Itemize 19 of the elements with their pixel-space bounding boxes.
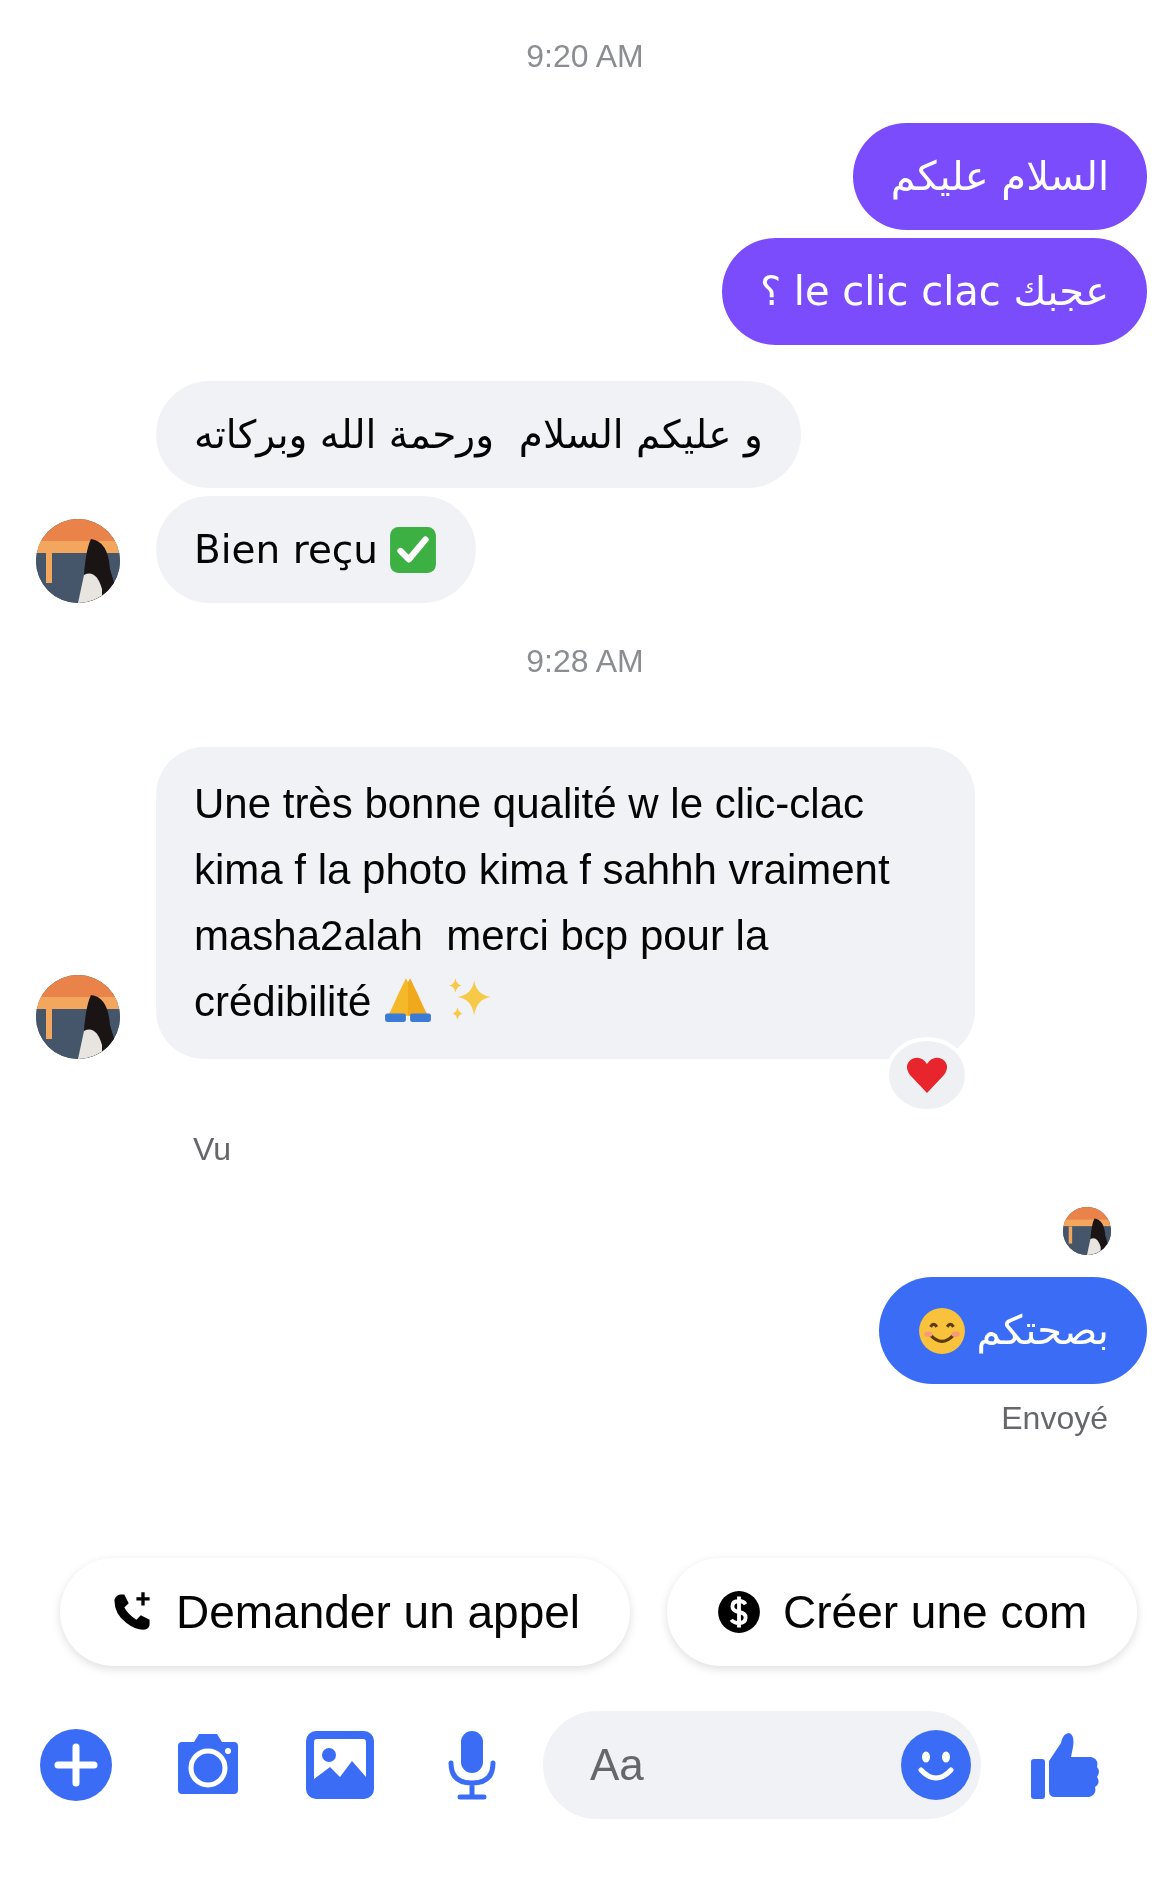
- message-bubble: Bien reçu: [156, 496, 477, 603]
- add-icon[interactable]: [40, 1729, 112, 1801]
- check-mark-icon: [388, 524, 439, 575]
- message-input[interactable]: Aa: [588, 1739, 901, 1791]
- quick-reply-chip[interactable]: Demander un appel: [60, 1558, 631, 1666]
- message-field[interactable]: Aa: [543, 1711, 981, 1819]
- message-bubble: السلام عليكم: [852, 123, 1147, 230]
- timestamp: 9:20 AM: [526, 37, 644, 76]
- message-bubble: بصحتكم: [878, 1277, 1147, 1384]
- message-bubble: و عليكم السلام ورحمة الله وبركاته: [156, 381, 801, 488]
- sent-status: Envoyé: [1001, 1399, 1108, 1438]
- message-bubble: عجبك le clic clac ؟: [721, 238, 1147, 345]
- timestamp: 9:28 AM: [526, 642, 644, 681]
- emoji-icon[interactable]: [901, 1730, 971, 1800]
- gallery-icon[interactable]: [304, 1729, 376, 1801]
- seen-label: Vu: [193, 1130, 232, 1169]
- quick-reply-chip[interactable]: Créer une com: [667, 1558, 1138, 1666]
- dollar-icon: [717, 1590, 762, 1634]
- smiling-face-icon: [916, 1305, 967, 1356]
